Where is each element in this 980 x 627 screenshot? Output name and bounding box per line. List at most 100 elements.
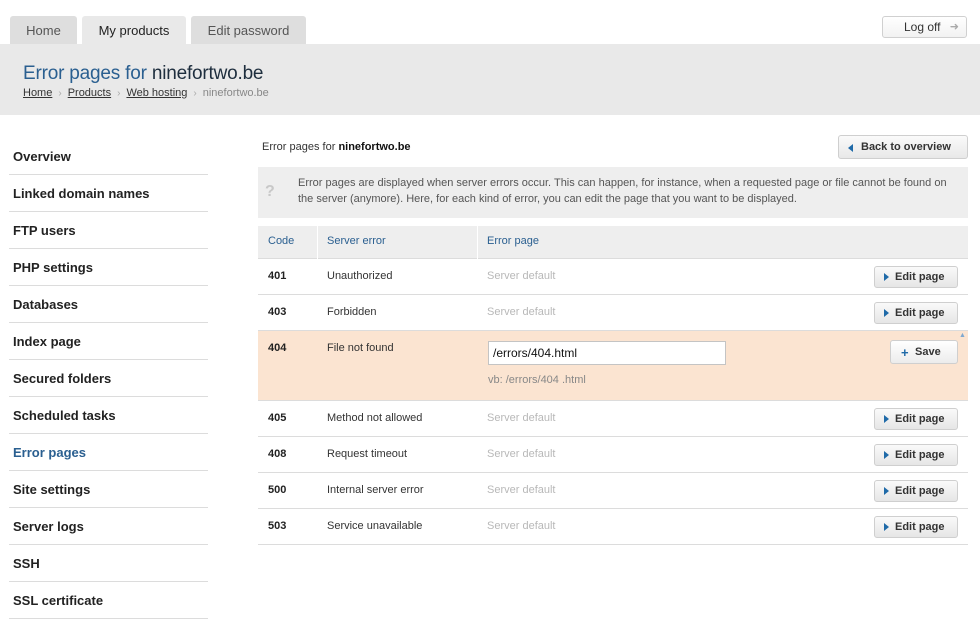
page-title-prefix: Error pages for [23,63,147,84]
edit-arrow-icon [884,309,889,317]
top-bar: Home My products Edit password Log off ➜ [0,0,980,44]
breadcrumb-products[interactable]: Products [68,87,111,99]
edit-page-label: Edit page [895,413,945,425]
column-header-server-error: Server error [327,235,386,247]
plus-icon: + [901,345,909,360]
breadcrumb-current: ninefortwo.be [202,87,269,99]
page-header: Error pages for ninefortwo.be Home › Pro… [0,44,980,115]
breadcrumb-separator-icon: › [117,87,121,99]
error-code: 408 [268,448,287,460]
breadcrumb-separator-icon: › [193,87,197,99]
tab-my-products[interactable]: My products [82,16,186,44]
edit-page-label: Edit page [895,271,945,283]
edit-page-button[interactable]: Edit page [874,408,958,430]
edit-page-button[interactable]: Edit page [874,266,958,288]
error-code: 404 [268,342,287,354]
error-name: Internal server error [327,484,424,496]
sidebar-item-linked-domain-names[interactable]: Linked domain names [9,175,208,212]
edit-arrow-icon [884,487,889,495]
sidebar-item-error-pages[interactable]: Error pages [9,434,208,471]
sidebar-item-secured-folders[interactable]: Secured folders [9,360,208,397]
table-row: 408 Request timeout Server default Edit … [258,437,968,473]
sidebar-item-index-page[interactable]: Index page [9,323,208,360]
section-heading: Error pages for ninefortwo.be [262,141,411,153]
error-code: 405 [268,412,287,424]
error-code: 403 [268,306,287,318]
error-page-value: Server default [487,484,556,496]
breadcrumb-web-hosting[interactable]: Web hosting [126,87,187,99]
error-page-hint: vb: /errors/404 .html [488,374,586,386]
error-name: Service unavailable [327,520,423,532]
sidebar-item-server-logs[interactable]: Server logs [9,508,208,545]
sidebar-item-databases[interactable]: Databases [9,286,208,323]
edit-page-label: Edit page [895,307,945,319]
info-text: Error pages are displayed when server er… [298,177,947,205]
main-tabs: Home My products Edit password [10,16,311,44]
main-content: Error pages for ninefortwo.be Back to ov… [258,133,968,545]
log-off-label: Log off [904,20,941,34]
error-page-value: Server default [487,306,556,318]
error-page-input[interactable] [488,341,726,365]
tab-edit-password[interactable]: Edit password [191,16,306,44]
page-title: Error pages for ninefortwo.be [23,63,264,85]
error-name: File not found [327,342,394,354]
error-page-value: Server default [487,520,556,532]
save-label: Save [915,346,941,358]
page-title-domain: ninefortwo.be [151,63,264,84]
section-heading-prefix: Error pages for [262,141,336,153]
breadcrumb: Home › Products › Web hosting › ninefort… [23,87,269,99]
sidebar-item-site-settings[interactable]: Site settings [9,471,208,508]
breadcrumb-separator-icon: › [58,87,62,99]
error-pages-table: Code Server error Error page 401 Unautho… [258,226,968,545]
column-divider [317,226,318,259]
edit-page-label: Edit page [895,521,945,533]
question-icon: ? [265,183,275,200]
table-row-editing: 404 File not found vb: /errors/404 .html… [258,331,968,401]
sidebar-item-php-settings[interactable]: PHP settings [9,249,208,286]
table-row: 403 Forbidden Server default Edit page [258,295,968,331]
error-code: 503 [268,520,287,532]
info-box: ? Error pages are displayed when server … [258,167,968,218]
back-to-overview-button[interactable]: Back to overview [838,135,968,159]
table-row: 500 Internal server error Server default… [258,473,968,509]
error-name: Request timeout [327,448,408,460]
edit-page-label: Edit page [895,485,945,497]
edit-arrow-icon [884,451,889,459]
save-button[interactable]: + Save [890,340,958,364]
error-code: 500 [268,484,287,496]
error-name: Forbidden [327,306,377,318]
back-arrow-icon [848,144,853,152]
sidebar: Overview Linked domain names FTP users P… [9,138,208,619]
column-divider [477,226,478,259]
sidebar-item-ssh[interactable]: SSH [9,545,208,582]
main-heading-bar: Error pages for ninefortwo.be Back to ov… [258,133,968,171]
sidebar-item-ftp-users[interactable]: FTP users [9,212,208,249]
back-to-overview-label: Back to overview [861,141,951,153]
scroll-up-icon[interactable]: ▲ [959,332,967,340]
log-off-button[interactable]: Log off ➜ [882,16,967,38]
edit-arrow-icon [884,415,889,423]
edit-page-button[interactable]: Edit page [874,302,958,324]
table-row: 503 Service unavailable Server default E… [258,509,968,545]
sidebar-item-scheduled-tasks[interactable]: Scheduled tasks [9,397,208,434]
error-name: Method not allowed [327,412,423,424]
table-header: Code Server error Error page [258,226,968,259]
breadcrumb-home[interactable]: Home [23,87,52,99]
edit-page-button[interactable]: Edit page [874,480,958,502]
error-page-value: Server default [487,412,556,424]
column-header-code: Code [268,235,295,247]
table-row: 401 Unauthorized Server default Edit pag… [258,259,968,295]
table-row: 405 Method not allowed Server default Ed… [258,401,968,437]
error-code: 401 [268,270,287,282]
sidebar-item-ssl-certificate[interactable]: SSL certificate [9,582,208,619]
error-page-value: Server default [487,270,556,282]
error-page-value: Server default [487,448,556,460]
edit-page-button[interactable]: Edit page [874,516,958,538]
sidebar-item-overview[interactable]: Overview [9,138,208,175]
column-header-error-page: Error page [487,235,539,247]
error-name: Unauthorized [327,270,393,282]
log-off-arrow-icon: ➜ [949,21,959,33]
edit-page-label: Edit page [895,449,945,461]
tab-home[interactable]: Home [10,16,77,44]
edit-page-button[interactable]: Edit page [874,444,958,466]
